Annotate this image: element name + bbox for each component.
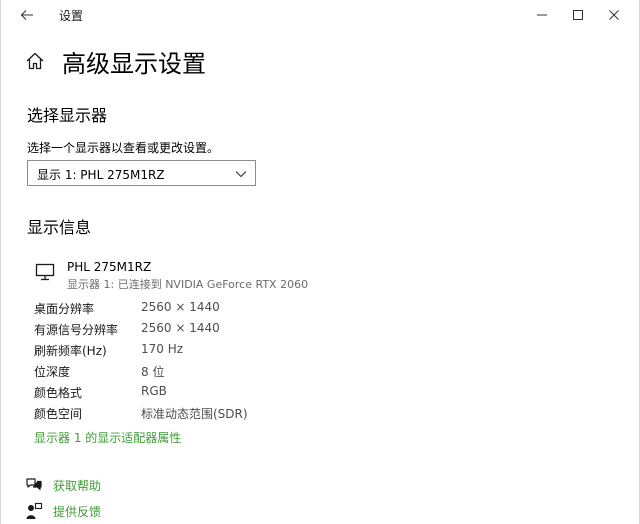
info-row-color-space: 颜色空间 标准动态范围(SDR) bbox=[34, 405, 334, 426]
display-select-value: 显示 1: PHL 275M1RZ bbox=[37, 168, 165, 182]
window-title: 设置 bbox=[59, 9, 84, 23]
display-info-heading: 显示信息 bbox=[27, 218, 92, 237]
info-value: 2560 × 1440 bbox=[141, 300, 220, 314]
display-adapter-properties-link[interactable]: 显示器 1 的显示适配器属性 bbox=[34, 429, 181, 446]
info-label: 桌面分辨率 bbox=[34, 302, 95, 316]
info-row-active-signal-resolution: 有源信号分辨率 2560 × 1440 bbox=[34, 321, 334, 342]
info-label: 刷新频率(Hz) bbox=[34, 344, 107, 358]
info-value: 170 Hz bbox=[141, 342, 184, 356]
feedback-link[interactable]: 提供反馈 bbox=[25, 501, 225, 521]
minimize-icon bbox=[537, 14, 547, 16]
select-display-heading: 选择显示器 bbox=[27, 106, 108, 125]
close-icon bbox=[609, 10, 619, 20]
back-button[interactable] bbox=[16, 5, 38, 25]
info-label: 颜色格式 bbox=[34, 386, 83, 400]
feedback-label: 提供反馈 bbox=[53, 505, 102, 519]
select-display-description: 选择一个显示器以查看或更改设置。 bbox=[27, 141, 220, 155]
title-bar: 设置 bbox=[1, 0, 639, 30]
get-help-link[interactable]: 获取帮助 bbox=[25, 475, 225, 495]
display-info-table: 桌面分辨率 2560 × 1440 有源信号分辨率 2560 × 1440 刷新… bbox=[34, 300, 334, 426]
info-row-color-format: 颜色格式 RGB bbox=[34, 384, 334, 405]
info-value: 2560 × 1440 bbox=[141, 321, 220, 335]
person-feedback-icon bbox=[26, 502, 43, 519]
display-select-dropdown[interactable]: 显示 1: PHL 275M1RZ bbox=[27, 160, 256, 186]
chat-bubbles-icon bbox=[26, 478, 42, 491]
info-row-refresh-rate: 刷新频率(Hz) 170 Hz bbox=[34, 342, 334, 363]
info-label: 有源信号分辨率 bbox=[34, 323, 119, 337]
monitor-name: PHL 275M1RZ bbox=[67, 260, 152, 274]
maximize-button[interactable] bbox=[563, 4, 593, 26]
info-label: 位深度 bbox=[34, 365, 71, 379]
get-help-label: 获取帮助 bbox=[53, 479, 102, 493]
chevron-down-icon bbox=[235, 171, 247, 178]
info-row-desktop-resolution: 桌面分辨率 2560 × 1440 bbox=[34, 300, 334, 321]
monitor-connection: 显示器 1: 已连接到 NVIDIA GeForce RTX 2060 bbox=[67, 278, 309, 291]
info-label: 颜色空间 bbox=[34, 407, 83, 421]
maximize-icon bbox=[573, 10, 583, 20]
settings-window: 设置 高级显示设置 选择显示器 选择一个显示器以查看或更改设置。 显示 1: P… bbox=[0, 0, 640, 524]
home-icon[interactable] bbox=[25, 51, 45, 71]
close-button[interactable] bbox=[599, 4, 629, 26]
page-title: 高级显示设置 bbox=[62, 50, 206, 78]
info-value: 8 位 bbox=[141, 365, 165, 379]
back-arrow-icon bbox=[20, 10, 33, 20]
minimize-button[interactable] bbox=[527, 4, 557, 26]
info-value: 标准动态范围(SDR) bbox=[141, 407, 248, 421]
info-value: RGB bbox=[141, 384, 167, 398]
monitor-icon bbox=[35, 263, 55, 281]
info-row-bit-depth: 位深度 8 位 bbox=[34, 363, 334, 384]
